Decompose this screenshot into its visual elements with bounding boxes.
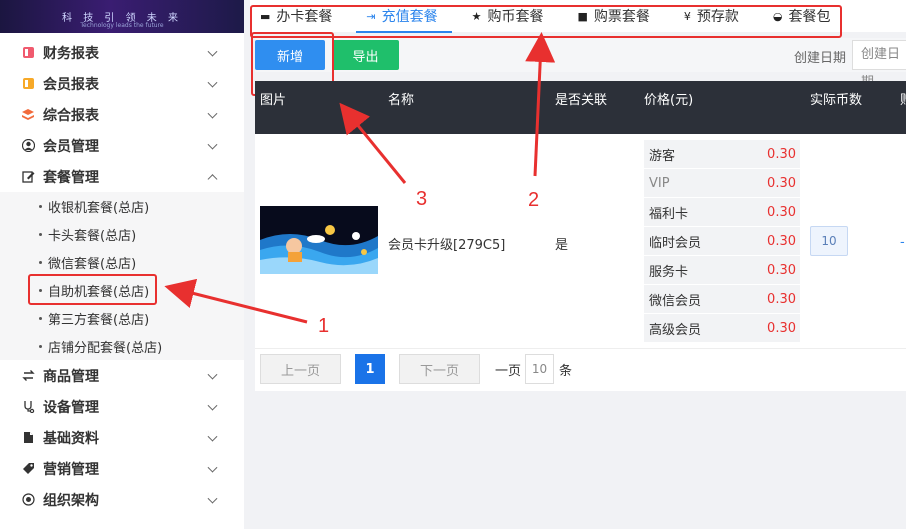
- annotation-number-3: 3: [416, 188, 428, 210]
- annotation-arrow-2: [525, 32, 556, 177]
- annotation-arrow-1: [164, 278, 308, 324]
- annotation-arrows: [164, 32, 556, 324]
- annotation-number-2: 2: [528, 189, 540, 211]
- annotation-number-1: 1: [318, 315, 330, 337]
- annotation-arrow-3: [339, 102, 407, 184]
